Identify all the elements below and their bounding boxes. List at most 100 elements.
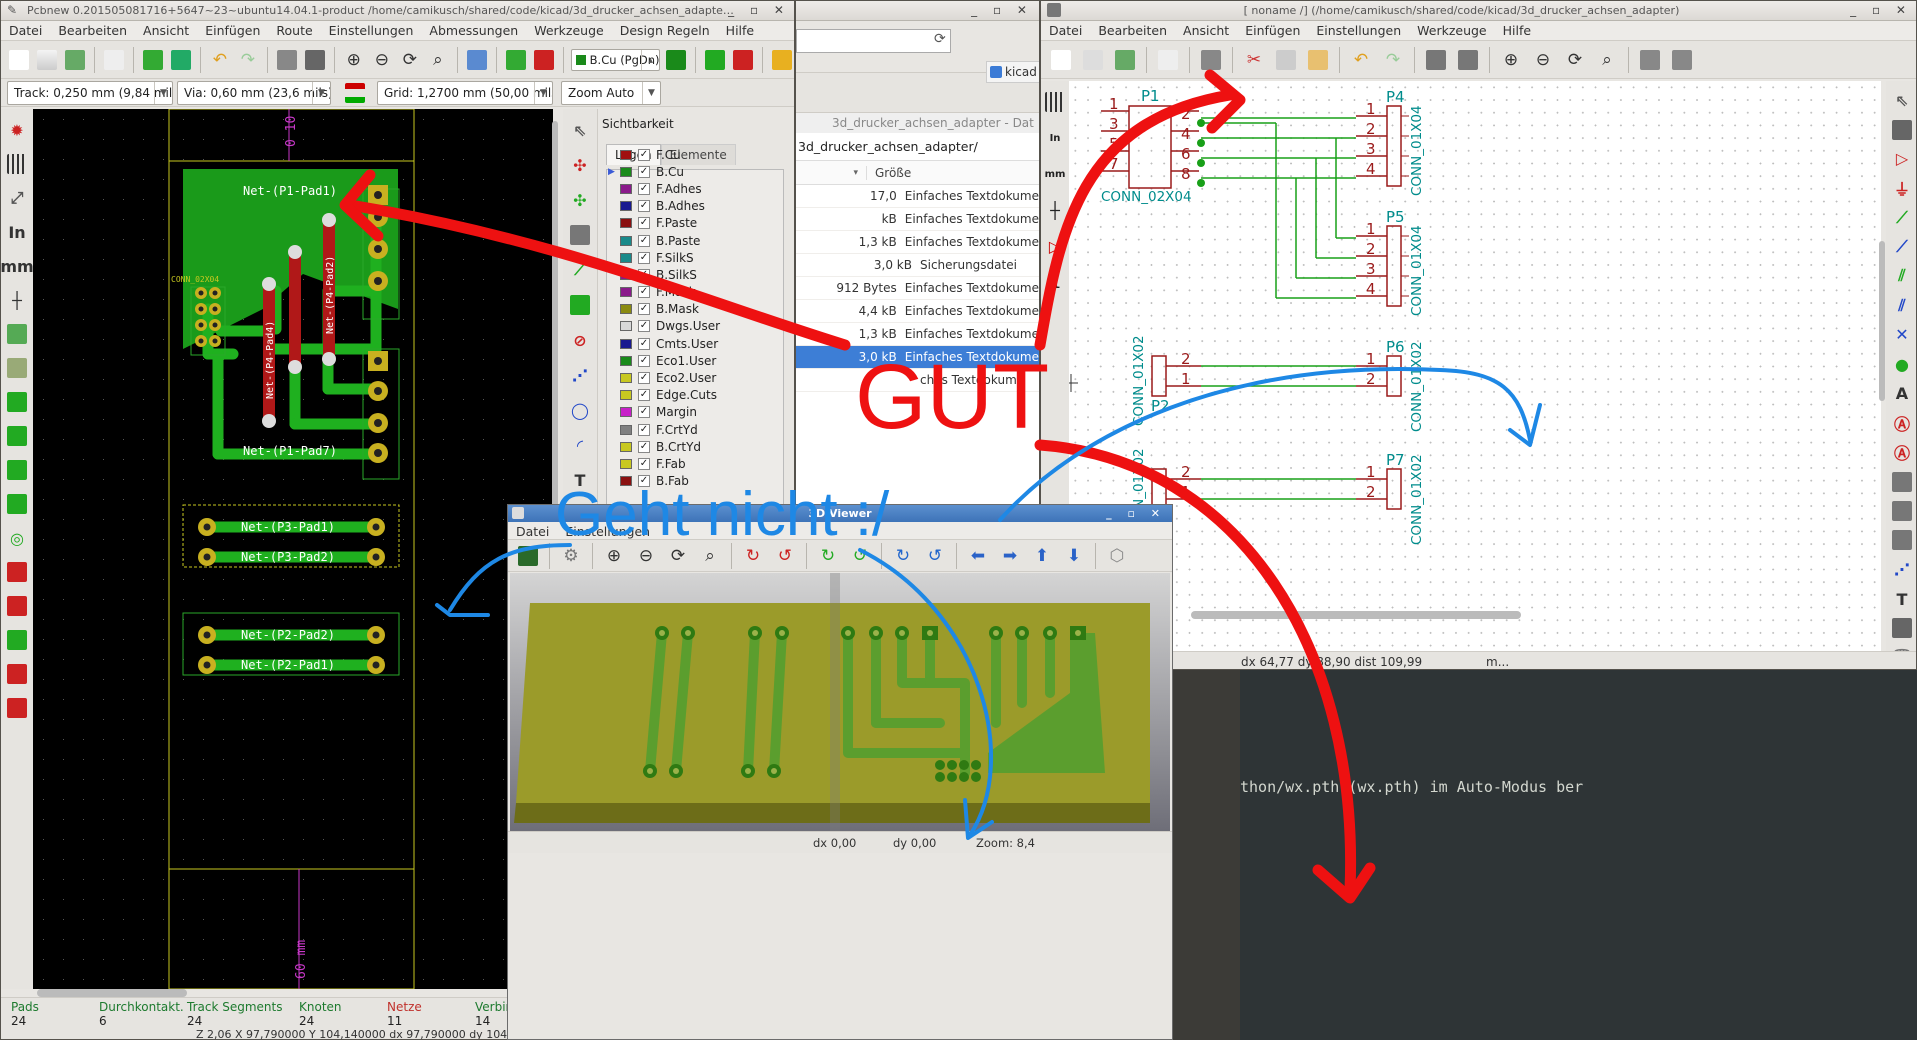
add-text-icon[interactable]: T [565, 465, 595, 495]
layer-visible-checkbox[interactable]: ✓ [638, 251, 650, 264]
print-icon[interactable] [1197, 46, 1225, 74]
redraw-icon[interactable]: ⟳ [398, 46, 422, 74]
zoom-fit-icon[interactable]: ⌕ [696, 542, 724, 570]
zoom-fit-icon[interactable]: ⌕ [426, 46, 450, 74]
layer-visible-checkbox[interactable]: ✓ [638, 337, 650, 350]
layer-visible-checkbox[interactable]: ✓ [638, 423, 650, 436]
layer-color-swatch[interactable] [620, 183, 632, 194]
add-arc-icon[interactable]: ◜ [565, 430, 595, 460]
add-component-icon[interactable]: ▷ [1887, 146, 1916, 172]
layer-color-swatch[interactable] [620, 338, 632, 349]
layer-color-swatch[interactable] [620, 287, 632, 298]
add-sheet-icon[interactable] [1887, 468, 1916, 494]
zoom-in-icon[interactable]: ⊕ [600, 542, 628, 570]
file-row[interactable]: 1,3 kB Einfaches Textdokume [796, 231, 1039, 254]
rotate-y-ccw-icon[interactable]: ↺ [846, 542, 874, 570]
highlight-net-icon[interactable]: ✣ [565, 150, 595, 180]
module-editor-icon[interactable] [141, 46, 165, 74]
page-settings-icon[interactable] [102, 46, 126, 74]
grid-select[interactable]: Grid: 1,2700 mm (50,00 mils) ▼ [377, 81, 553, 105]
zoom-out-icon[interactable]: ⊖ [1529, 46, 1557, 74]
layer-visible-checkbox[interactable]: ✓ [638, 372, 650, 385]
global-label-icon[interactable]: Ⓐ [1887, 410, 1916, 436]
pcb-canvas[interactable]: 0 10 mm 60 mm CONN_02X04 Net-(P1-Pad1) Net-(… [33, 109, 553, 989]
layer-visible-checkbox[interactable]: ✓ [638, 182, 650, 195]
open-board-icon[interactable] [35, 46, 59, 74]
layer-visible-checkbox[interactable]: ✓ [638, 440, 650, 453]
layer-row[interactable]: ✓ Eco1.User [606, 352, 786, 369]
window-controls[interactable]: _ ▫ ✕ [1850, 1, 1912, 20]
layer-visible-checkbox[interactable]: ✓ [638, 457, 650, 470]
layer-row[interactable]: ✓ B.Mask [606, 301, 786, 318]
viewer3d-canvas[interactable] [510, 573, 1170, 831]
menu-item-einstellungen[interactable]: Einstellungen [557, 522, 658, 539]
layer-color-swatch[interactable] [620, 269, 632, 280]
track-sketch-icon[interactable] [2, 591, 32, 621]
library-browser-icon[interactable] [169, 46, 193, 74]
layer-row[interactable]: ✓ Cmts.User [606, 335, 786, 352]
select-arrow-icon[interactable]: ⇖ [1887, 87, 1916, 113]
module-ratsnest-icon[interactable] [2, 353, 32, 383]
mode-icon[interactable] [770, 46, 794, 74]
rotate-x-ccw-icon[interactable]: ↺ [771, 542, 799, 570]
redraw-icon[interactable]: ⟳ [664, 542, 692, 570]
move-left-icon[interactable]: ⬅ [964, 542, 992, 570]
move-up-icon[interactable]: ⬆ [1028, 542, 1056, 570]
menu-item-ansicht[interactable]: Ansicht [135, 21, 197, 40]
layer-visible-checkbox[interactable]: ✓ [638, 475, 650, 488]
layer-color-swatch[interactable] [620, 166, 632, 177]
file-row[interactable]: 912 Bytes Einfaches Textdokume [796, 277, 1039, 300]
add-tracks-icon[interactable]: ⟋ [565, 255, 595, 285]
menu-item-einfügen[interactable]: Einfügen [197, 21, 268, 40]
file-row[interactable]: 4,4 kB Einfaches Textdokume [796, 300, 1039, 323]
units-inch-icon[interactable]: In [1041, 123, 1070, 153]
layer-row[interactable]: ✓ B.SilkS [606, 266, 786, 283]
hier-label-icon[interactable]: Ⓐ [1887, 439, 1916, 465]
autoroute-icon[interactable] [731, 46, 755, 74]
zoom-in-icon[interactable]: ⊕ [342, 46, 366, 74]
page-settings-icon[interactable] [1154, 46, 1182, 74]
layer-visible-checkbox[interactable]: ✓ [638, 303, 650, 316]
print-icon[interactable] [275, 46, 299, 74]
layer-color-swatch[interactable] [620, 355, 632, 366]
rotate-y-cw-icon[interactable]: ↻ [814, 542, 842, 570]
layer-visible-checkbox[interactable]: ✓ [638, 234, 650, 247]
browser-tab-kicad[interactable]: kicad [986, 61, 1039, 83]
layer-color-swatch[interactable] [620, 149, 632, 160]
layer-row[interactable]: ✓ F.Mask [606, 284, 786, 301]
fm-col-header[interactable]: ▾ Größe [796, 161, 1039, 185]
layer-color-swatch[interactable] [620, 424, 632, 435]
file-row[interactable]: 3,0 kB Sicherungsdatei [796, 254, 1039, 277]
layer-visible-checkbox[interactable]: ✓ [638, 148, 650, 161]
add-keepout-icon[interactable]: ⊘ [565, 325, 595, 355]
menu-item-hilfe[interactable]: Hilfe [718, 21, 762, 40]
move-down-icon[interactable]: ⬇ [1060, 542, 1088, 570]
rotate-x-cw-icon[interactable]: ↻ [739, 542, 767, 570]
track-width-select[interactable]: Track: 0,250 mm (9,84 mils) *▼ [7, 81, 173, 105]
reload-icon[interactable]: ⟳ [934, 31, 946, 47]
add-text-icon[interactable]: T [1887, 586, 1916, 612]
layer-row[interactable]: ✓ Margin [606, 404, 786, 421]
file-row[interactable]: 1,3 kB Einfaches Textdokume [796, 323, 1039, 346]
grid-icon[interactable] [703, 46, 727, 74]
layer-color-swatch[interactable] [620, 201, 632, 212]
units-inch-icon[interactable]: In [2, 217, 32, 247]
layer-row[interactable]: ✓ Eco2.User [606, 369, 786, 386]
find-icon[interactable] [465, 46, 489, 74]
zoom-out-icon[interactable]: ⊖ [370, 46, 394, 74]
auto-track-width-icon[interactable] [341, 79, 369, 107]
paste-icon[interactable] [1304, 46, 1332, 74]
layer-color-swatch[interactable] [620, 458, 632, 469]
ortho-icon[interactable]: ⬡ [1103, 542, 1131, 570]
show-zones-icon[interactable] [2, 421, 32, 451]
zoom-in-icon[interactable]: ⊕ [1497, 46, 1525, 74]
cursor-shape-icon[interactable]: ┼ [1041, 195, 1070, 225]
layer-color-swatch[interactable] [620, 252, 632, 263]
import-sheet-pin-icon[interactable] [1887, 498, 1916, 524]
layer-row[interactable]: ✓ B.Adhes [606, 198, 786, 215]
hierarchy-icon[interactable] [1636, 46, 1664, 74]
sheet-pin-icon[interactable] [1887, 527, 1916, 553]
polar-coords-icon[interactable]: ⤢ [2, 183, 32, 213]
schematic-vscroll[interactable] [1879, 241, 1885, 401]
add-label-icon[interactable]: A [1887, 380, 1916, 406]
